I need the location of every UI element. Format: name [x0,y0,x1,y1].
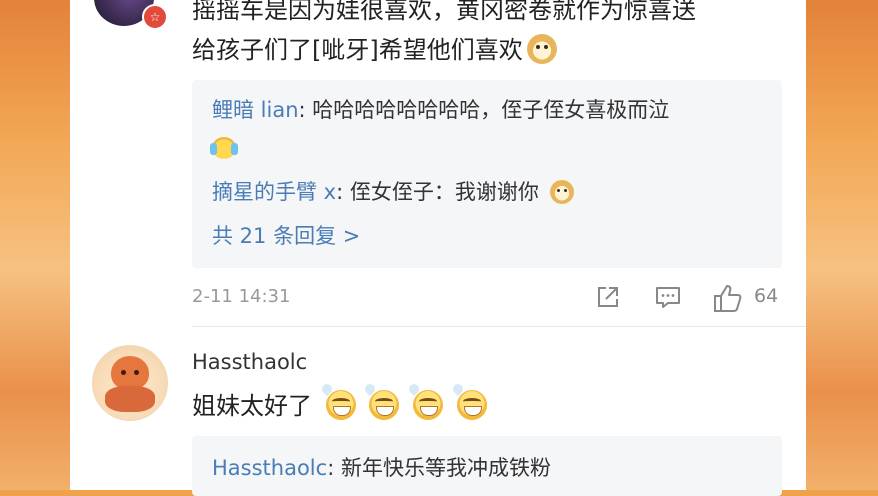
reply-box[interactable]: 鲤暗 lian: 哈哈哈哈哈哈哈哈，侄子侄女喜极而泣 摘星的手臂 x: 侄女侄子… [192,80,782,268]
reply-box[interactable]: Hassthaolc: 新年快乐等我冲成铁粉 [192,436,782,496]
reply-username[interactable]: 鲤暗 lian [212,98,299,122]
comment-button[interactable] [654,283,682,311]
like-count: 64 [754,285,779,307]
username[interactable]: Hassthaolc [192,350,307,374]
comment-list: ☆ 摇摇车是因为娃很喜欢，黄冈密卷就作为惊喜送 给孩子们了[呲牙]希望他们喜欢 … [70,0,806,496]
avatar[interactable] [92,345,168,421]
reply-text: 新年快乐等我冲成铁粉 [340,456,551,480]
reply-username[interactable]: 摘星的手臂 x [212,180,336,204]
thumbs-up-icon [714,285,742,312]
share-icon [598,287,618,307]
reply-item: 摘星的手臂 x: 侄女侄子：我谢谢你 [212,176,574,206]
reply-text: 侄女侄子：我谢谢你 [349,180,539,204]
comment-text: 摇摇车是因为娃很喜欢，黄冈密卷就作为惊喜送 给孩子们了[呲牙]希望他们喜欢 [192,0,696,64]
vip-badge-icon: ☆ [142,4,168,30]
reply-item: Hassthaolc: 新年快乐等我冲成铁粉 [212,456,551,480]
octopus-illustration [111,356,149,390]
like-button[interactable]: 64 [712,283,792,312]
divider [192,326,806,327]
grin-sweat-icon [319,381,356,420]
grin-sweat-icon [450,381,487,420]
timestamp: 2-11 14:31 [192,286,291,307]
reply-username[interactable]: Hassthaolc [212,456,327,480]
reply-text: 哈哈哈哈哈哈哈哈，侄子侄女喜极而泣 [312,98,670,122]
grin-sweat-icon [406,381,443,420]
blurred-background-left [0,0,70,490]
doge-icon [526,34,557,64]
crying-laugh-icon [210,137,238,159]
doge-icon [549,180,574,204]
more-replies-link[interactable]: 共 21 条回复 > [212,220,360,250]
blurred-background-right [806,0,878,490]
grin-sweat-icon [363,381,400,420]
comment-text: 姐妹太好了 [192,381,487,421]
reply-item: 鲤暗 lian: 哈哈哈哈哈哈哈哈，侄子侄女喜极而泣 [212,98,670,122]
share-button[interactable] [594,283,622,311]
comment-icon [656,287,680,308]
reply-emoji-line [210,136,238,160]
